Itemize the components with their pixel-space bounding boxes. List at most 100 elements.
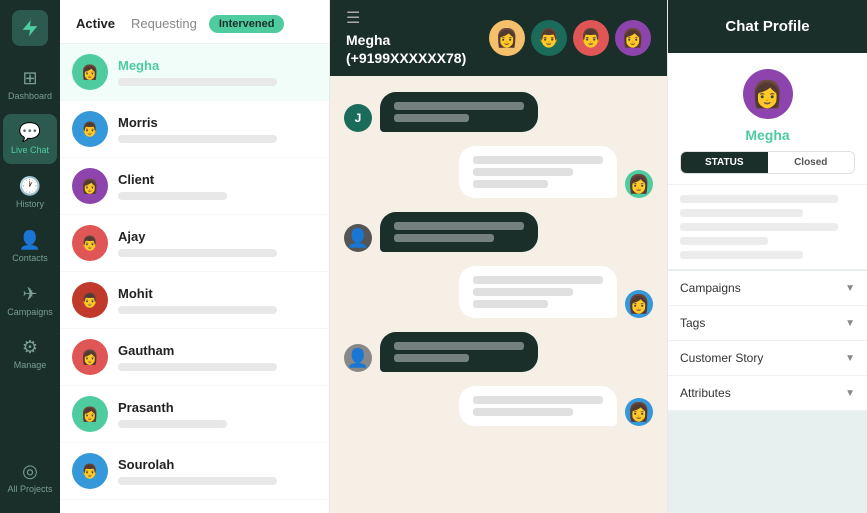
contact-info: Mohit (118, 286, 317, 314)
contact-preview (118, 135, 277, 143)
contact-item[interactable]: 👩 Client (60, 158, 329, 215)
message-line (473, 288, 573, 296)
accordion-attributes[interactable]: Attributes ▼ (668, 376, 867, 411)
sidebar-item-label: Contacts (12, 254, 48, 264)
profile-name: Megha (745, 127, 789, 143)
contact-info: Sourolah (118, 457, 317, 485)
contact-name: Megha (118, 58, 317, 73)
chat-area: ☰ Megha (+9199XXXXXX78) 👩 👨 👨 👩 J (330, 0, 667, 513)
contact-preview (118, 192, 227, 200)
chat-messages: J 👩 👤 (330, 76, 667, 513)
contact-info: Ajay (118, 229, 317, 257)
sidebar: ⊞ Dashboard 💬 Live Chat 🕐 History 👤 Cont… (0, 0, 60, 513)
contact-preview (118, 477, 277, 485)
message-bubble (380, 212, 538, 252)
accordion-customer-story[interactable]: Customer Story ▼ (668, 341, 867, 376)
sidebar-item-history[interactable]: 🕐 History (3, 168, 57, 218)
sidebar-item-campaigns[interactable]: ✈ Campaigns (3, 276, 57, 326)
message-avatar: 👩 (625, 170, 653, 198)
contact-preview (118, 78, 277, 86)
contact-name: Sourolah (118, 457, 317, 472)
contact-tabs: Active Requesting Intervened (60, 0, 329, 44)
contact-item[interactable]: 👨 Sourolah (60, 443, 329, 500)
contact-avatar: 👨 (72, 282, 108, 318)
info-line (680, 195, 838, 203)
right-panel: Chat Profile 👩 Megha STATUS Closed Campa… (667, 0, 867, 513)
contact-info: Morris (118, 115, 317, 143)
message-line (473, 276, 603, 284)
chevron-down-icon: ▼ (845, 353, 855, 364)
message-bubble (459, 146, 617, 198)
chevron-down-icon: ▼ (845, 283, 855, 294)
accordion-tags[interactable]: Tags ▼ (668, 306, 867, 341)
message-line (394, 354, 469, 362)
message-row: 👤 (344, 332, 653, 372)
message-avatar: J (344, 104, 372, 132)
sidebar-item-all-projects[interactable]: ◎ All Projects (3, 453, 57, 503)
contact-list-items: 👩 Megha 👨 Morris 👩 Client 👨 Ajay 👨 Mohit… (60, 44, 329, 500)
message-row: 👩 (344, 146, 653, 198)
message-line (473, 180, 548, 188)
contact-name: Client (118, 172, 317, 187)
chat-profile-title: Chat Profile (725, 18, 809, 35)
contact-avatar: 👨 (72, 453, 108, 489)
sidebar-item-label: Dashboard (8, 92, 52, 102)
message-line (473, 396, 603, 404)
sidebar-item-dashboard[interactable]: ⊞ Dashboard (3, 60, 57, 110)
accordion-label: Campaigns (680, 281, 741, 295)
status-label[interactable]: STATUS (681, 152, 768, 173)
message-line (394, 342, 524, 350)
contact-preview (118, 306, 277, 314)
info-line (680, 251, 803, 259)
contact-avatar: 👨 (72, 111, 108, 147)
contact-item[interactable]: 👩 Megha (60, 44, 329, 101)
sidebar-item-label: All Projects (7, 485, 52, 495)
manage-icon: ⚙ (22, 337, 38, 358)
contact-item[interactable]: 👨 Ajay (60, 215, 329, 272)
sidebar-item-manage[interactable]: ⚙ Manage (3, 329, 57, 379)
message-avatar: 👤 (344, 344, 372, 372)
top-avatar-3: 👨 (573, 20, 609, 56)
message-avatar: 👩 (625, 398, 653, 426)
message-bubble (459, 266, 617, 318)
contact-info: Prasanth (118, 400, 317, 428)
message-row: 👩 (344, 266, 653, 318)
contact-info: Client (118, 172, 317, 200)
status-value[interactable]: Closed (768, 152, 855, 173)
history-icon: 🕐 (19, 176, 41, 197)
message-avatar: 👩 (625, 290, 653, 318)
contact-name: Mohit (118, 286, 317, 301)
contact-info: Megha (118, 58, 317, 86)
accordion-label: Attributes (680, 386, 731, 400)
contact-item[interactable]: 👨 Mohit (60, 272, 329, 329)
contact-item[interactable]: 👩 Prasanth (60, 386, 329, 443)
hamburger-menu[interactable]: ☰ (346, 10, 360, 27)
message-row: 👩 (344, 386, 653, 426)
tab-requesting[interactable]: Requesting (127, 14, 201, 33)
campaigns-icon: ✈ (22, 284, 37, 305)
contact-preview (118, 363, 277, 371)
contact-item[interactable]: 👩 Gautham (60, 329, 329, 386)
top-avatar-2: 👨 (531, 20, 567, 56)
contact-name: Morris (118, 115, 317, 130)
tab-active[interactable]: Active (72, 14, 119, 33)
contact-preview (118, 249, 277, 257)
sidebar-item-live-chat[interactable]: 💬 Live Chat (3, 114, 57, 164)
accordion-campaigns[interactable]: Campaigns ▼ (668, 271, 867, 306)
dashboard-icon: ⊞ (22, 68, 37, 89)
tab-intervened[interactable]: Intervened (209, 15, 285, 33)
all-projects-icon: ◎ (22, 461, 38, 482)
contact-list: Active Requesting Intervened 👩 Megha 👨 M… (60, 0, 330, 513)
message-line (473, 168, 573, 176)
contact-preview (118, 420, 227, 428)
accordion: Campaigns ▼ Tags ▼ Customer Story ▼ Attr… (668, 271, 867, 411)
sidebar-logo[interactable] (12, 10, 48, 46)
chat-profile-header: Chat Profile (668, 0, 867, 53)
message-line (473, 300, 548, 308)
sidebar-item-contacts[interactable]: 👤 Contacts (3, 222, 57, 272)
accordion-label: Customer Story (680, 351, 763, 365)
message-line (394, 234, 494, 242)
contact-name: Gautham (118, 343, 317, 358)
contact-item[interactable]: 👨 Morris (60, 101, 329, 158)
chevron-down-icon: ▼ (845, 318, 855, 329)
